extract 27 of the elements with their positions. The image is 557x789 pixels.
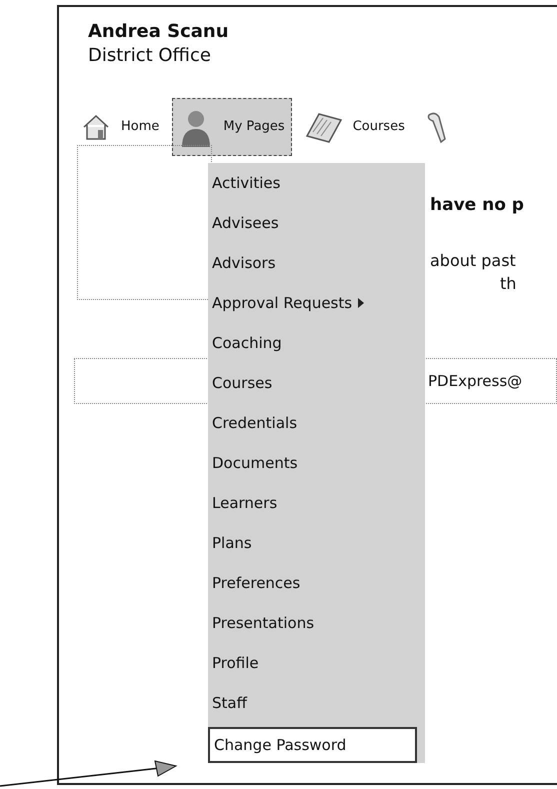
user-name: Andrea Scanu [88,21,230,43]
menu-item[interactable]: Plans [208,523,425,563]
menu-item[interactable]: Approval Requests [208,283,425,323]
menu-item[interactable]: Advisees [208,203,425,243]
house-icon [81,113,111,141]
menu-item[interactable]: Presentations [208,603,425,643]
menu-item[interactable]: Staff [208,683,425,723]
menu-item[interactable]: Courses [208,363,425,403]
book-icon [304,110,343,144]
menu-item[interactable]: Learners [208,483,425,523]
menu-item[interactable]: Change Password [208,727,417,763]
office-name: District Office [88,44,212,68]
menu-item[interactable]: Coaching [208,323,425,363]
submenu-caret-icon [358,298,364,308]
content-text: th [500,272,518,294]
menu-item[interactable]: Credentials [208,403,425,443]
menu-item[interactable]: Profile [208,643,425,683]
footer-email: PDExpress@ [428,372,522,390]
nav-tab[interactable]: Courses [298,98,412,156]
menu-item[interactable]: Preferences [208,563,425,603]
menu-item[interactable]: Documents [208,443,425,483]
nav-tab[interactable]: My Pages [172,98,292,156]
content-heading: have no p [430,194,524,217]
menu-item[interactable]: Activities [208,163,425,203]
menu-item[interactable]: Advisors [208,243,425,283]
content-text: about past [430,250,517,272]
nav-tab[interactable]: Home [74,98,166,156]
